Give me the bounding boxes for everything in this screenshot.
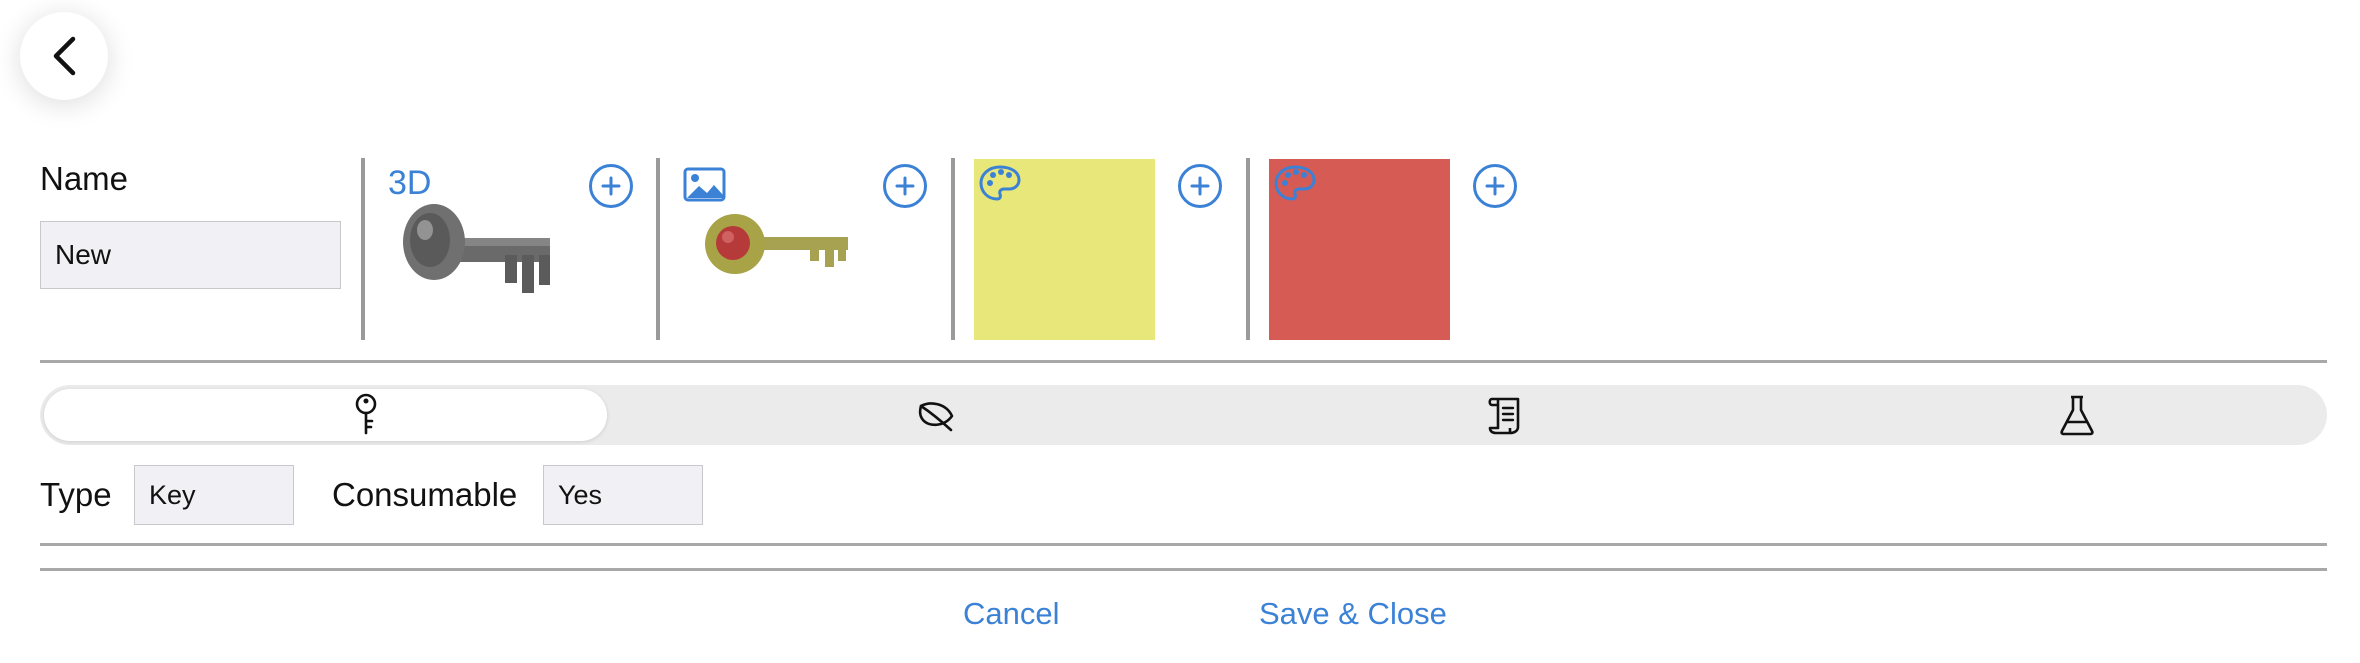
name-value: New [55,239,112,270]
type-value: Key [149,480,196,510]
add-3d-model-button[interactable] [589,164,633,208]
3d-model-label: 3D [388,164,432,202]
name-label: Name [40,160,129,197]
type-select[interactable]: Key [134,465,294,525]
leaf-icon [918,402,954,432]
chevron-left-icon [53,36,76,76]
category-tabs [40,385,2327,445]
divider [40,360,2327,363]
divider [40,543,2327,546]
divider [361,158,365,340]
plus-icon [1190,176,1210,196]
add-color-button[interactable] [1178,164,1222,208]
tab-key[interactable] [296,385,436,445]
save-and-close-button[interactable]: Save & Close [1259,596,1447,632]
key-3d-model[interactable] [400,200,560,295]
type-label: Type [40,476,112,513]
plus-icon [601,176,621,196]
add-image-button[interactable] [883,164,927,208]
scroll-icon [1488,397,1520,435]
back-button[interactable] [20,12,108,100]
tab-leaf[interactable] [866,385,1006,445]
cancel-button[interactable]: Cancel [963,596,1060,632]
add-color-button[interactable] [1473,164,1517,208]
image-icon [683,167,726,202]
flask-icon [2060,395,2094,436]
consumable-label: Consumable [332,476,518,513]
key-image[interactable] [704,213,848,277]
plus-icon [1485,176,1505,196]
divider [40,568,2327,571]
divider [1246,158,1250,340]
plus-icon [895,176,915,196]
palette-icon [979,165,1021,201]
name-field[interactable]: New [40,221,341,289]
key-icon [355,393,377,435]
divider [951,158,955,340]
consumable-value: Yes [558,480,603,510]
palette-icon [1274,165,1316,201]
tab-scroll[interactable] [1437,385,1577,445]
consumable-select[interactable]: Yes [543,465,703,525]
divider [656,158,660,340]
tab-flask[interactable] [2007,385,2147,445]
